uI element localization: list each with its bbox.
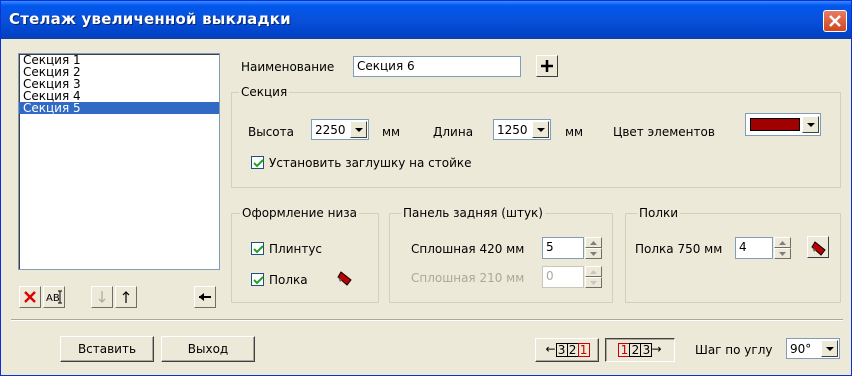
close-icon: [829, 15, 841, 27]
chevron-down-icon[interactable]: [802, 116, 819, 133]
chevron-down-icon[interactable]: [821, 340, 838, 357]
plus-icon: [541, 60, 553, 72]
chevron-down-icon[interactable]: [532, 121, 549, 138]
window-title: Стелаж увеличенной выкладки: [9, 10, 291, 28]
length-select[interactable]: 1250: [493, 119, 551, 140]
insert-left-button[interactable]: [194, 286, 216, 308]
check-icon: [253, 245, 264, 254]
height-label: Высота: [248, 125, 294, 139]
list-item-selected[interactable]: Секция 5: [19, 102, 219, 114]
arrow-up-icon: [122, 291, 130, 303]
exit-button[interactable]: Выход: [161, 336, 255, 362]
color-select[interactable]: [745, 113, 821, 136]
check-icon: [253, 159, 264, 168]
dialog-window: Стелаж увеличенной выкладки Секция 1 Сек…: [0, 0, 852, 376]
height-value: 2250: [315, 123, 346, 137]
arrow-right-icon: →: [651, 342, 662, 356]
insert-button[interactable]: Вставить: [60, 336, 154, 362]
check-icon: [253, 276, 264, 285]
stepper-down[interactable]: [585, 277, 602, 288]
stepper-up[interactable]: [585, 266, 602, 277]
stepper-down[interactable]: [774, 248, 791, 259]
sections-listbox[interactable]: Секция 1 Секция 2 Секция 3 Секция 4 Секц…: [18, 53, 220, 270]
solid420-stepper[interactable]: [585, 237, 602, 259]
back-panel-group-title: Панель задняя (штук): [401, 206, 545, 220]
delete-button[interactable]: [19, 286, 41, 308]
length-label: Длина: [433, 125, 474, 139]
add-section-button[interactable]: [536, 55, 558, 77]
shelf750-stepper[interactable]: [774, 237, 791, 259]
move-up-button[interactable]: [115, 286, 137, 308]
angle-select[interactable]: 90°: [786, 338, 840, 359]
shelf750-input[interactable]: 4: [735, 237, 773, 259]
eraser-icon: [337, 271, 352, 286]
order-forward-button[interactable]: 1 2 3→: [605, 338, 675, 362]
shelves-group: [625, 213, 841, 303]
solid420-label: Сплошная 420 мм: [411, 242, 525, 256]
stepper-down[interactable]: [585, 248, 602, 259]
shelf750-label: Полка 750 мм: [635, 242, 723, 256]
section-group-title: Секция: [239, 85, 290, 99]
bottom-group-title: Оформление низа: [240, 206, 359, 220]
color-label: Цвет элементов: [613, 125, 715, 139]
name-label: Наименование: [241, 60, 335, 74]
arrow-left-icon: ←: [545, 342, 556, 356]
length-value: 1250: [497, 123, 528, 137]
length-unit: мм: [565, 125, 584, 139]
stepper-up[interactable]: [585, 237, 602, 248]
plug-checkbox[interactable]: [251, 156, 264, 169]
svg-text:AB: AB: [46, 293, 60, 304]
shelf-label: Полка: [269, 273, 308, 287]
arrow-left-icon: [199, 293, 211, 301]
stepper-up[interactable]: [774, 237, 791, 248]
solid210-input[interactable]: 0: [542, 266, 584, 288]
name-input[interactable]: Секция 6: [353, 56, 521, 77]
plinth-label: Плинтус: [269, 242, 323, 256]
rename-icon: AB: [46, 290, 62, 304]
height-unit: мм: [382, 125, 401, 139]
shelf-checkbox[interactable]: [251, 273, 264, 286]
order-digit: 1: [577, 342, 590, 357]
solid420-input[interactable]: 5: [542, 237, 584, 259]
plinth-checkbox[interactable]: [251, 242, 264, 255]
section-group: [231, 92, 841, 188]
height-select[interactable]: 2250: [311, 119, 369, 140]
close-button[interactable]: [823, 10, 847, 32]
separator: [11, 319, 843, 321]
arrow-down-icon: [98, 291, 106, 303]
eraser-icon: [811, 241, 826, 256]
order-reverse-button[interactable]: ← 3 2 1: [535, 338, 599, 362]
chevron-down-icon[interactable]: [350, 121, 367, 138]
plug-label: Установить заглушку на стойке: [269, 156, 472, 170]
shelves-group-title: Полки: [637, 206, 681, 220]
rename-button[interactable]: AB: [43, 286, 65, 308]
solid210-label: Сплошная 210 мм: [411, 271, 525, 285]
solid210-stepper[interactable]: [585, 266, 602, 288]
angle-label: Шаг по углу: [695, 343, 773, 357]
shelves-paint-button[interactable]: [807, 236, 829, 258]
title-bar[interactable]: Стелаж увеличенной выкладки: [1, 1, 851, 39]
angle-value: 90°: [790, 342, 812, 356]
color-swatch: [750, 118, 800, 131]
delete-icon: [24, 291, 36, 303]
move-down-button[interactable]: [91, 286, 113, 308]
shelf-paint-button[interactable]: [333, 266, 355, 288]
bottom-group: [231, 213, 379, 303]
